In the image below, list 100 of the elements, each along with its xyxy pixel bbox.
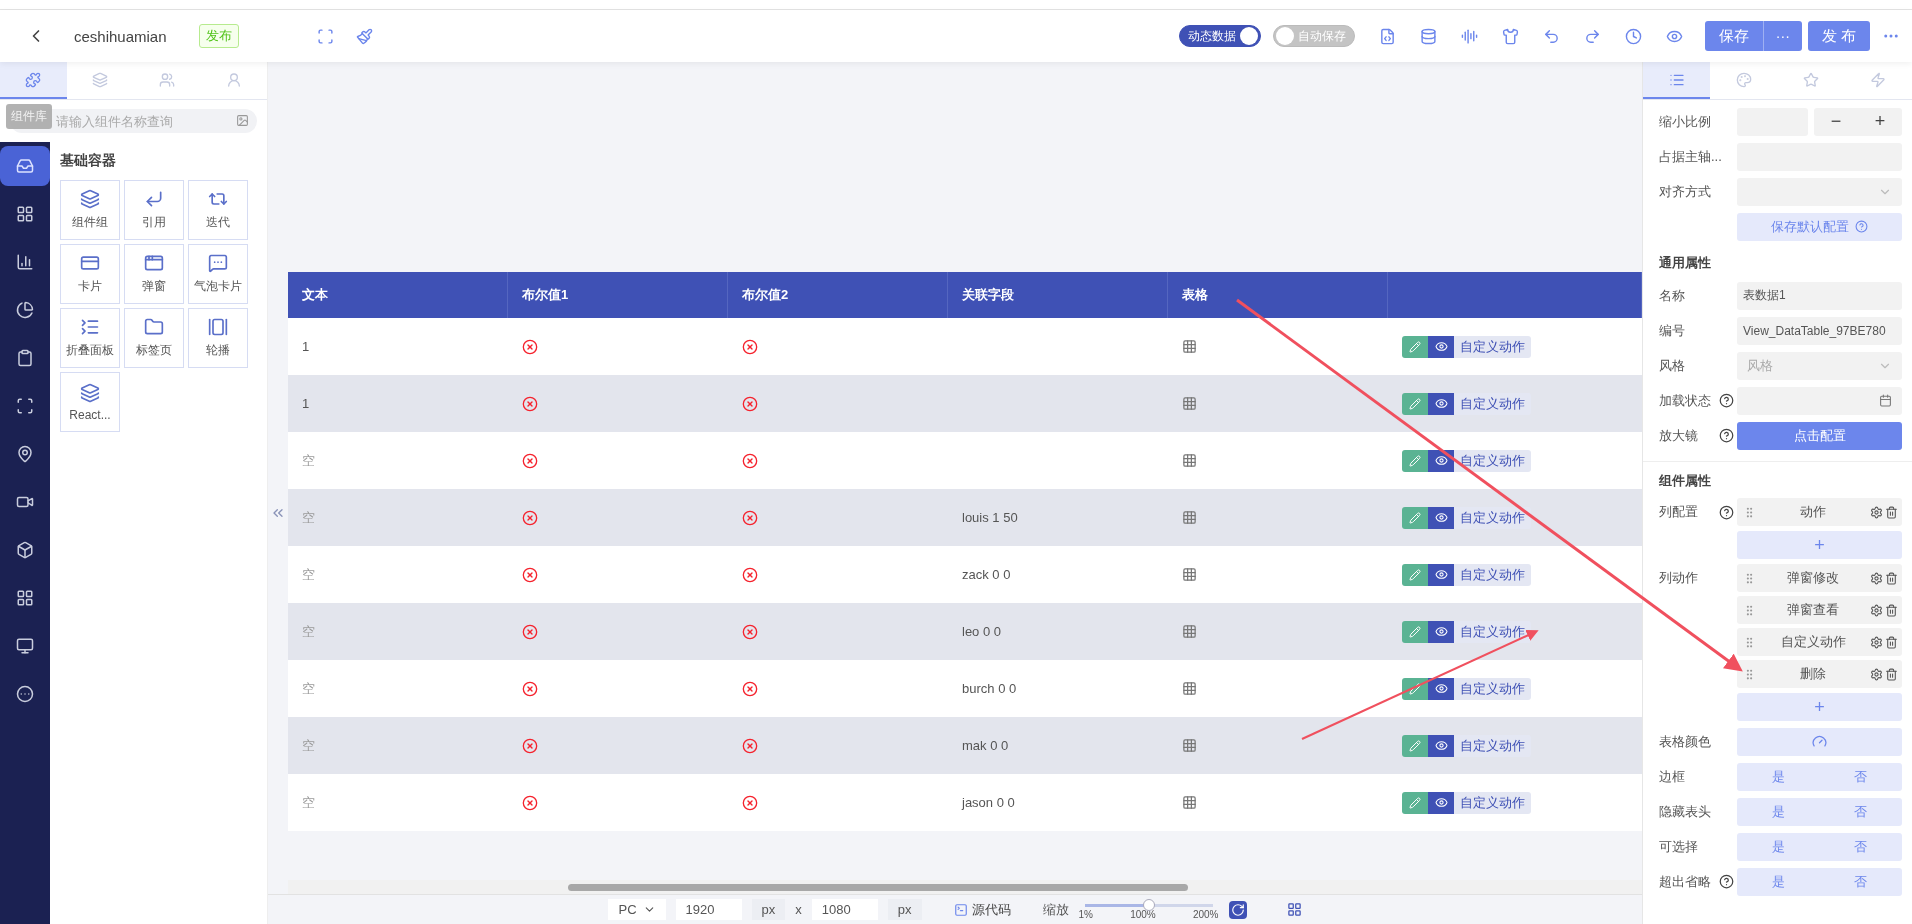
plus-button[interactable]: + bbox=[1868, 111, 1892, 132]
list-item[interactable]: 弹窗查看 bbox=[1737, 596, 1902, 624]
device-select[interactable]: PC bbox=[608, 899, 666, 920]
code-file-icon[interactable] bbox=[1378, 27, 1396, 45]
table-cell: burch 0 0 bbox=[948, 660, 1168, 717]
refresh-button[interactable] bbox=[1228, 900, 1247, 919]
zoom-slider-thumb[interactable] bbox=[1142, 898, 1155, 911]
custom-action-button[interactable]: 自定义动作 bbox=[1454, 677, 1531, 700]
brush-icon[interactable] bbox=[355, 27, 373, 45]
input-field[interactable]: View_DataTable_97BE780 bbox=[1737, 316, 1902, 345]
redo-icon[interactable] bbox=[1583, 27, 1601, 45]
table-cell: 空 bbox=[288, 546, 508, 603]
audio-bars-icon[interactable] bbox=[1460, 27, 1478, 45]
carousel-icon bbox=[208, 317, 228, 337]
layers-icon bbox=[80, 382, 100, 403]
custom-action-button[interactable]: 自定义动作 bbox=[1454, 563, 1531, 586]
scrollbar-thumb[interactable] bbox=[568, 883, 1188, 891]
view-button[interactable] bbox=[1428, 734, 1454, 757]
size-field[interactable]: 1920 bbox=[675, 899, 742, 920]
settings-icon[interactable] bbox=[1870, 667, 1883, 681]
field-label: 边框 bbox=[1659, 767, 1686, 786]
trash-icon[interactable] bbox=[1885, 603, 1898, 617]
publish-button[interactable]: 发 布 bbox=[1807, 21, 1870, 51]
calendar-icon bbox=[1879, 394, 1892, 407]
component-tile[interactable]: 卡片 bbox=[60, 244, 120, 304]
pencil-icon bbox=[1409, 796, 1421, 809]
input-field[interactable]: 表数据1 bbox=[1737, 281, 1902, 310]
field-label: 隐藏表头 bbox=[1659, 802, 1712, 821]
list-item[interactable]: 自定义动作 bbox=[1737, 628, 1902, 656]
view-button[interactable] bbox=[1428, 677, 1454, 700]
select-field[interactable] bbox=[1737, 177, 1902, 206]
custom-action-button[interactable]: 自定义动作 bbox=[1454, 392, 1531, 415]
component-tile[interactable]: 引用 bbox=[124, 180, 184, 240]
list-item[interactable]: 删除 bbox=[1737, 660, 1902, 688]
component-tile[interactable]: React... bbox=[60, 372, 120, 432]
grid-icon bbox=[16, 589, 34, 607]
toggle-switch[interactable]: 动态数据 bbox=[1178, 25, 1261, 47]
view-button[interactable] bbox=[1428, 620, 1454, 643]
component-tile[interactable]: 轮播 bbox=[188, 308, 248, 368]
field-label: 列动作 bbox=[1659, 569, 1699, 587]
panel-tab[interactable] bbox=[0, 62, 67, 99]
settings-icon[interactable] bbox=[1870, 603, 1883, 617]
trash-icon[interactable] bbox=[1885, 667, 1898, 681]
table-icon bbox=[1182, 738, 1197, 753]
color-picker-button[interactable] bbox=[1737, 727, 1902, 756]
clock-icon[interactable] bbox=[1624, 27, 1642, 45]
people-icon bbox=[158, 71, 175, 88]
component-tile[interactable]: 组件组 bbox=[60, 180, 120, 240]
field-label: 可选择 bbox=[1659, 837, 1699, 856]
component-tile[interactable]: 弹窗 bbox=[124, 244, 184, 304]
custom-action-button[interactable]: 自定义动作 bbox=[1454, 734, 1531, 757]
component-tile[interactable]: 气泡卡片 bbox=[188, 244, 248, 304]
minus-button[interactable]: − bbox=[1824, 111, 1848, 132]
source-code-link[interactable]: 源代码 bbox=[947, 899, 1017, 920]
component-tile[interactable]: 标签页 bbox=[124, 308, 184, 368]
configure-button[interactable]: 点击配置 bbox=[1737, 421, 1902, 450]
section-title: 基础容器 bbox=[60, 152, 117, 170]
view-button[interactable] bbox=[1428, 449, 1454, 472]
database-icon[interactable] bbox=[1419, 27, 1437, 45]
grid-icon[interactable] bbox=[1286, 902, 1302, 917]
puzzle-icon bbox=[25, 71, 42, 88]
list-item[interactable]: 弹窗修改 bbox=[1737, 564, 1902, 592]
view-button[interactable] bbox=[1428, 563, 1454, 586]
layers-icon bbox=[80, 189, 100, 209]
collapse-list-icon bbox=[80, 317, 100, 337]
settings-icon[interactable] bbox=[1870, 635, 1883, 649]
picker-field[interactable] bbox=[1737, 386, 1902, 415]
field-label: 风格 bbox=[1659, 356, 1686, 375]
field-label: 放大镜 bbox=[1659, 426, 1699, 445]
table-icon bbox=[1182, 453, 1197, 468]
trash-icon[interactable] bbox=[1885, 505, 1898, 519]
field-label: 缩小比例 bbox=[1659, 112, 1712, 131]
save-more-button[interactable]: ··· bbox=[1762, 21, 1802, 51]
eye-icon bbox=[1434, 682, 1448, 695]
edit-button[interactable] bbox=[1402, 677, 1428, 700]
column-header: 布尔值2 bbox=[728, 272, 948, 318]
trash-icon[interactable] bbox=[1885, 571, 1898, 585]
trash-icon[interactable] bbox=[1885, 635, 1898, 649]
view-button[interactable] bbox=[1428, 791, 1454, 814]
settings-icon[interactable] bbox=[1870, 571, 1883, 585]
custom-action-button[interactable]: 自定义动作 bbox=[1454, 620, 1531, 643]
panel-tab[interactable] bbox=[1643, 62, 1711, 99]
view-button[interactable] bbox=[1428, 335, 1454, 358]
custom-action-button[interactable]: 自定义动作 bbox=[1454, 791, 1531, 814]
table-cell: zack 0 0 bbox=[948, 546, 1168, 603]
image-search-icon[interactable] bbox=[236, 114, 249, 127]
category-item[interactable] bbox=[0, 146, 50, 186]
frame-icon[interactable] bbox=[316, 27, 334, 45]
custom-action-button[interactable]: 自定义动作 bbox=[1454, 506, 1531, 529]
component-tile[interactable]: 迭代 bbox=[188, 180, 248, 240]
list-item[interactable]: 动作 bbox=[1737, 498, 1902, 526]
shirt-icon[interactable] bbox=[1501, 27, 1519, 45]
component-tile[interactable]: 折叠面板 bbox=[60, 308, 120, 368]
view-button[interactable] bbox=[1428, 506, 1454, 529]
settings-icon[interactable] bbox=[1870, 505, 1883, 519]
custom-action-button[interactable]: 自定义动作 bbox=[1454, 335, 1531, 358]
undo-icon[interactable] bbox=[1542, 27, 1560, 45]
save-button[interactable]: 保存 bbox=[1704, 21, 1763, 51]
view-button[interactable] bbox=[1428, 392, 1454, 415]
size-field[interactable]: 1080 bbox=[811, 899, 878, 920]
